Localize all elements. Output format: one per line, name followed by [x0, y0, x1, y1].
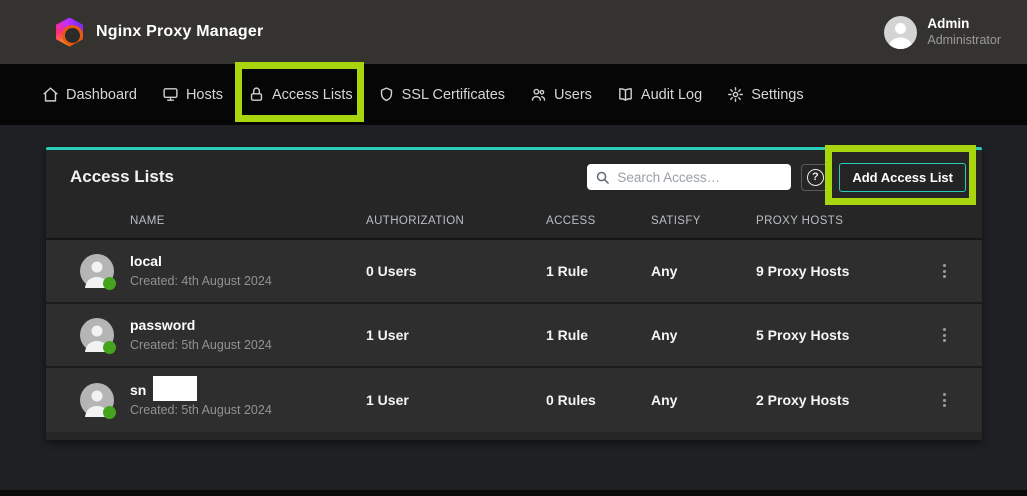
brand: Nginx Proxy Manager: [56, 18, 263, 47]
book-icon: [617, 86, 634, 103]
nav-label: Users: [554, 87, 592, 103]
satisfy-value: Any: [651, 392, 756, 408]
panel-header: Access Lists ? Add Access List: [46, 150, 982, 204]
nav-item-audit-log[interactable]: Audit Log: [617, 64, 702, 125]
online-status-dot: [103, 406, 116, 419]
nav-label: Audit Log: [641, 87, 702, 103]
access-list-name: local: [130, 253, 366, 270]
add-access-list-button[interactable]: Add Access List: [839, 163, 966, 192]
table-row[interactable]: local Created: 4th August 2024 0 Users 1…: [46, 240, 982, 304]
table-row[interactable]: password Created: 5th August 2024 1 User…: [46, 304, 982, 368]
gear-icon: [727, 86, 744, 103]
users-icon: [530, 86, 547, 103]
nav-item-access-lists[interactable]: Access Lists: [248, 64, 353, 125]
online-status-dot: [103, 341, 116, 354]
proxy-hosts-value: 2 Proxy Hosts: [756, 392, 906, 408]
nginx-proxy-manager-logo-icon: [56, 18, 83, 47]
page-content: Access Lists ? Add Access List NAME AUTH…: [0, 125, 1027, 440]
home-icon: [42, 86, 59, 103]
access-value: 1 Rule: [546, 327, 651, 343]
access-list-name: password: [130, 317, 366, 334]
kebab-menu-icon: [935, 260, 954, 282]
redaction-box: [153, 376, 197, 401]
user-name: Admin: [927, 16, 1001, 33]
panel-controls: ? Add Access List: [587, 163, 966, 192]
row-actions-menu[interactable]: [906, 324, 982, 346]
nav-item-ssl-certificates[interactable]: SSL Certificates: [378, 64, 505, 125]
user-menu[interactable]: Admin Administrator: [884, 16, 1001, 49]
user-avatar: [884, 16, 917, 49]
column-header-authorization: AUTHORIZATION: [366, 215, 546, 227]
kebab-menu-icon: [935, 324, 954, 346]
nav-label: SSL Certificates: [402, 87, 505, 103]
online-status-dot: [103, 277, 116, 290]
name-cell: local Created: 4th August 2024: [130, 253, 366, 289]
page-title: Access Lists: [70, 167, 174, 187]
question-icon: ?: [807, 169, 824, 186]
created-date: Created: 5th August 2024: [130, 403, 366, 418]
user-text: Admin Administrator: [927, 16, 1001, 49]
app-title: Nginx Proxy Manager: [96, 23, 263, 41]
avatar: [80, 254, 114, 288]
user-role: Administrator: [927, 33, 1001, 49]
access-lists-panel: Access Lists ? Add Access List NAME AUTH…: [46, 147, 982, 440]
nav-label: Hosts: [186, 87, 223, 103]
row-avatar-cell: [46, 254, 130, 288]
avatar: [80, 383, 114, 417]
search-input[interactable]: [617, 170, 783, 185]
bottom-edge: [0, 490, 1027, 496]
column-header-access: ACCESS: [546, 215, 651, 227]
nav-item-settings[interactable]: Settings: [727, 64, 803, 125]
authorization-value: 0 Users: [366, 263, 546, 279]
shield-icon: [378, 86, 395, 103]
nav-label: Access Lists: [272, 87, 353, 103]
authorization-value: 1 User: [366, 392, 546, 408]
kebab-menu-icon: [935, 389, 954, 411]
row-actions-menu[interactable]: [906, 260, 982, 282]
lock-icon: [248, 86, 265, 103]
help-button[interactable]: ?: [801, 164, 829, 191]
satisfy-value: Any: [651, 327, 756, 343]
add-access-list-label: Add Access List: [852, 170, 953, 185]
satisfy-value: Any: [651, 263, 756, 279]
row-avatar-cell: [46, 383, 130, 417]
column-header-satisfy: SATISFY: [651, 215, 756, 227]
avatar: [80, 318, 114, 352]
proxy-hosts-value: 9 Proxy Hosts: [756, 263, 906, 279]
table-header: NAME AUTHORIZATION ACCESS SATISFY PROXY …: [46, 204, 982, 240]
nav-item-hosts[interactable]: Hosts: [162, 64, 223, 125]
column-header-proxy-hosts: PROXY HOSTS: [756, 215, 906, 227]
monitor-icon: [162, 86, 179, 103]
search-box: [587, 164, 791, 190]
nav-item-users[interactable]: Users: [530, 64, 592, 125]
person-icon: [884, 16, 917, 49]
column-header-name: NAME: [130, 215, 366, 227]
table-row[interactable]: sn Created: 5th August 2024 1 User 0 Rul…: [46, 368, 982, 432]
access-value: 0 Rules: [546, 392, 651, 408]
access-value: 1 Rule: [546, 263, 651, 279]
authorization-value: 1 User: [366, 327, 546, 343]
created-date: Created: 5th August 2024: [130, 338, 366, 353]
nav-item-dashboard[interactable]: Dashboard: [42, 64, 137, 125]
nav-label: Settings: [751, 87, 803, 103]
row-actions-menu[interactable]: [906, 389, 982, 411]
name-cell: password Created: 5th August 2024: [130, 317, 366, 353]
app-header: Nginx Proxy Manager Admin Administrator: [0, 0, 1027, 64]
main-nav: Dashboard Hosts Access Lists SSL Certifi…: [0, 64, 1027, 125]
search-icon: [595, 170, 610, 185]
row-avatar-cell: [46, 318, 130, 352]
name-cell: sn Created: 5th August 2024: [130, 382, 366, 418]
proxy-hosts-value: 5 Proxy Hosts: [756, 327, 906, 343]
nav-label: Dashboard: [66, 87, 137, 103]
created-date: Created: 4th August 2024: [130, 274, 366, 289]
